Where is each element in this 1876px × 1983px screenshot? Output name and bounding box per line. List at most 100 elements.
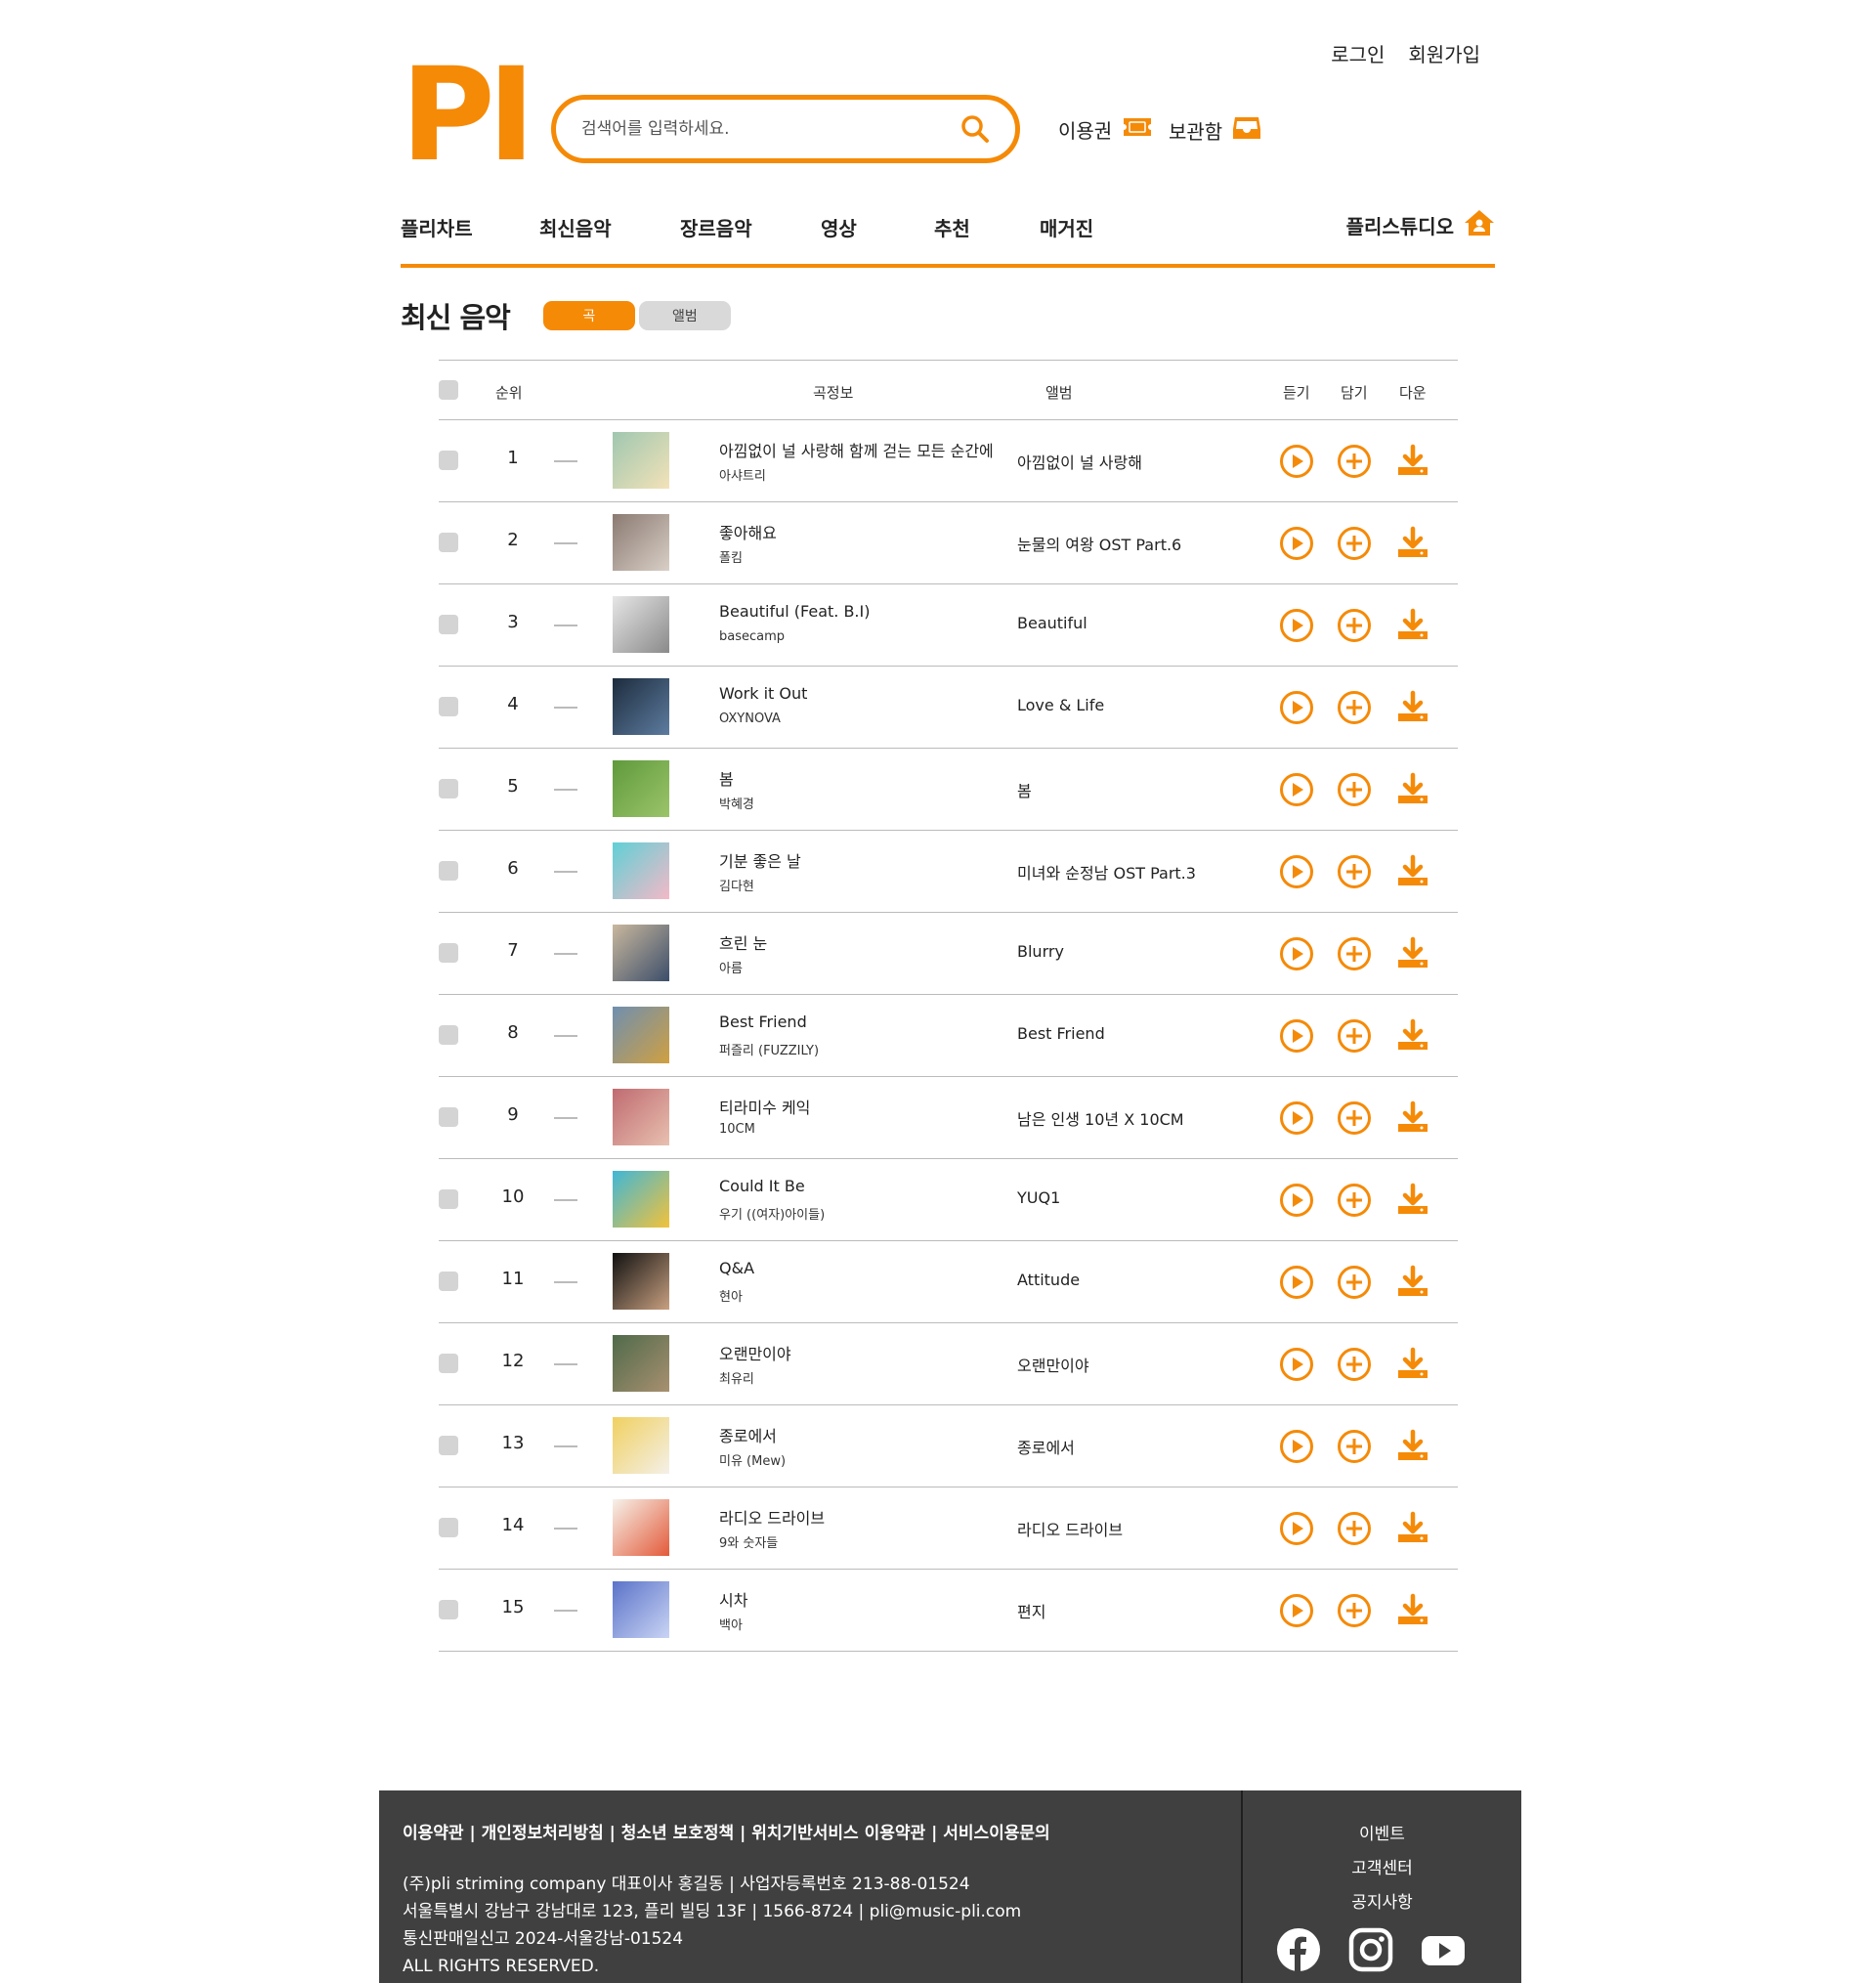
- download-icon[interactable]: [1395, 1265, 1430, 1300]
- row-checkbox[interactable]: [439, 1354, 458, 1373]
- table-row[interactable]: 1 아낌없이 널 사랑해 함께 걷는 모든 순간에 아샤트리 아낌없이 널 사랑해: [439, 420, 1458, 502]
- song-title[interactable]: Q&A: [719, 1259, 754, 1277]
- table-row[interactable]: 7 흐린 눈 아름 Blurry: [439, 913, 1458, 995]
- artist-name[interactable]: 백아: [719, 1615, 743, 1633]
- artist-name[interactable]: 우기 ((여자)아이들): [719, 1204, 825, 1223]
- album-cover[interactable]: [613, 1335, 669, 1392]
- album-name[interactable]: YUQ1: [1017, 1188, 1060, 1207]
- artist-name[interactable]: OXYNOVA: [719, 711, 781, 726]
- song-title[interactable]: Could It Be: [719, 1177, 805, 1195]
- album-name[interactable]: 오랜만이야: [1017, 1353, 1089, 1376]
- footer-notice-link[interactable]: 공지사항: [1243, 1886, 1521, 1920]
- row-checkbox[interactable]: [439, 861, 458, 881]
- artist-name[interactable]: 10CM: [719, 1122, 755, 1137]
- youtube-icon[interactable]: [1421, 1927, 1466, 1972]
- song-title[interactable]: 티라미수 케익: [719, 1095, 810, 1118]
- table-row[interactable]: 10 Could It Be 우기 ((여자)아이들) YUQ1: [439, 1159, 1458, 1241]
- download-icon[interactable]: [1395, 1018, 1430, 1054]
- nav-chart[interactable]: 플리차트: [401, 213, 473, 241]
- row-checkbox[interactable]: [439, 697, 458, 716]
- artist-name[interactable]: 박혜경: [719, 794, 754, 812]
- play-icon[interactable]: [1279, 854, 1314, 889]
- add-to-playlist-icon[interactable]: [1337, 772, 1372, 807]
- table-row[interactable]: 13 종로에서 미유 (Mew) 종로에서: [439, 1405, 1458, 1487]
- add-to-playlist-icon[interactable]: [1337, 1429, 1372, 1464]
- album-name[interactable]: 아낌없이 널 사랑해: [1017, 450, 1142, 473]
- download-icon[interactable]: [1395, 1347, 1430, 1382]
- select-all-checkbox[interactable]: [439, 380, 458, 400]
- add-to-playlist-icon[interactable]: [1337, 1593, 1372, 1628]
- logo[interactable]: PI: [401, 51, 535, 180]
- row-checkbox[interactable]: [439, 615, 458, 634]
- add-to-playlist-icon[interactable]: [1337, 1100, 1372, 1136]
- artist-name[interactable]: basecamp: [719, 629, 785, 644]
- artist-name[interactable]: 9와 숫자들: [719, 1532, 778, 1551]
- album-name[interactable]: Love & Life: [1017, 696, 1104, 714]
- add-to-playlist-icon[interactable]: [1337, 936, 1372, 971]
- table-row[interactable]: 11 Q&A 현아 Attitude: [439, 1241, 1458, 1323]
- album-cover[interactable]: [613, 514, 669, 571]
- search-icon[interactable]: [959, 112, 992, 146]
- song-title[interactable]: 라디오 드라이브: [719, 1505, 825, 1529]
- album-name[interactable]: 종로에서: [1017, 1435, 1075, 1458]
- play-icon[interactable]: [1279, 1265, 1314, 1300]
- song-title[interactable]: Work it Out: [719, 684, 807, 703]
- artist-name[interactable]: 김다현: [719, 876, 754, 894]
- add-to-playlist-icon[interactable]: [1337, 690, 1372, 725]
- artist-name[interactable]: 아샤트리: [719, 465, 766, 484]
- play-icon[interactable]: [1279, 608, 1314, 643]
- play-icon[interactable]: [1279, 1429, 1314, 1464]
- play-icon[interactable]: [1279, 1018, 1314, 1054]
- download-icon[interactable]: [1395, 772, 1430, 807]
- album-cover[interactable]: [613, 842, 669, 899]
- add-to-playlist-icon[interactable]: [1337, 1347, 1372, 1382]
- login-link[interactable]: 로그인: [1331, 39, 1385, 67]
- play-icon[interactable]: [1279, 1183, 1314, 1218]
- download-icon[interactable]: [1395, 526, 1430, 561]
- album-name[interactable]: Attitude: [1017, 1271, 1080, 1289]
- song-title[interactable]: 기분 좋은 날: [719, 848, 801, 872]
- artist-name[interactable]: 폴킴: [719, 547, 743, 566]
- play-icon[interactable]: [1279, 936, 1314, 971]
- table-row[interactable]: 4 Work it Out OXYNOVA Love & Life: [439, 667, 1458, 749]
- song-title[interactable]: Best Friend: [719, 1013, 807, 1031]
- artist-name[interactable]: 아름: [719, 958, 743, 976]
- song-title[interactable]: 시차: [719, 1587, 747, 1611]
- row-checkbox[interactable]: [439, 779, 458, 798]
- add-to-playlist-icon[interactable]: [1337, 854, 1372, 889]
- album-cover[interactable]: [613, 1499, 669, 1556]
- album-cover[interactable]: [613, 760, 669, 817]
- song-title[interactable]: 좋아해요: [719, 520, 777, 543]
- song-title[interactable]: 흐린 눈: [719, 930, 767, 954]
- album-name[interactable]: 봄: [1017, 778, 1032, 801]
- nav-studio[interactable]: 플리스튜디오: [1346, 209, 1495, 241]
- facebook-icon[interactable]: [1276, 1927, 1321, 1972]
- locker-link[interactable]: 보관함: [1169, 115, 1261, 146]
- download-icon[interactable]: [1395, 608, 1430, 643]
- album-name[interactable]: 눈물의 여왕 OST Part.6: [1017, 532, 1181, 555]
- add-to-playlist-icon[interactable]: [1337, 1183, 1372, 1218]
- table-row[interactable]: 14 라디오 드라이브 9와 숫자들 라디오 드라이브: [439, 1487, 1458, 1570]
- download-icon[interactable]: [1395, 1429, 1430, 1464]
- row-checkbox[interactable]: [439, 1600, 458, 1619]
- artist-name[interactable]: 현아: [719, 1286, 743, 1305]
- table-row[interactable]: 8 Best Friend 퍼즐리 (FUZZILY) Best Friend: [439, 995, 1458, 1077]
- album-cover[interactable]: [613, 1417, 669, 1474]
- tab-song[interactable]: 곡: [542, 301, 635, 330]
- artist-name[interactable]: 퍼즐리 (FUZZILY): [719, 1040, 819, 1058]
- play-icon[interactable]: [1279, 1100, 1314, 1136]
- album-name[interactable]: Beautiful: [1017, 614, 1087, 632]
- album-cover[interactable]: [613, 1171, 669, 1228]
- row-checkbox[interactable]: [439, 533, 458, 552]
- nav-recommend[interactable]: 추천: [934, 213, 970, 241]
- footer-support-link[interactable]: 고객센터: [1243, 1852, 1521, 1886]
- song-title[interactable]: Beautiful (Feat. B.I): [719, 602, 870, 621]
- table-row[interactable]: 2 좋아해요 폴킴 눈물의 여왕 OST Part.6: [439, 502, 1458, 584]
- nav-video[interactable]: 영상: [821, 213, 857, 241]
- album-name[interactable]: 편지: [1017, 1599, 1045, 1622]
- row-checkbox[interactable]: [439, 451, 458, 470]
- play-icon[interactable]: [1279, 1593, 1314, 1628]
- download-icon[interactable]: [1395, 1183, 1430, 1218]
- nav-genre[interactable]: 장르음악: [680, 213, 752, 241]
- song-title[interactable]: 아낌없이 널 사랑해 함께 걷는 모든 순간에: [719, 438, 994, 461]
